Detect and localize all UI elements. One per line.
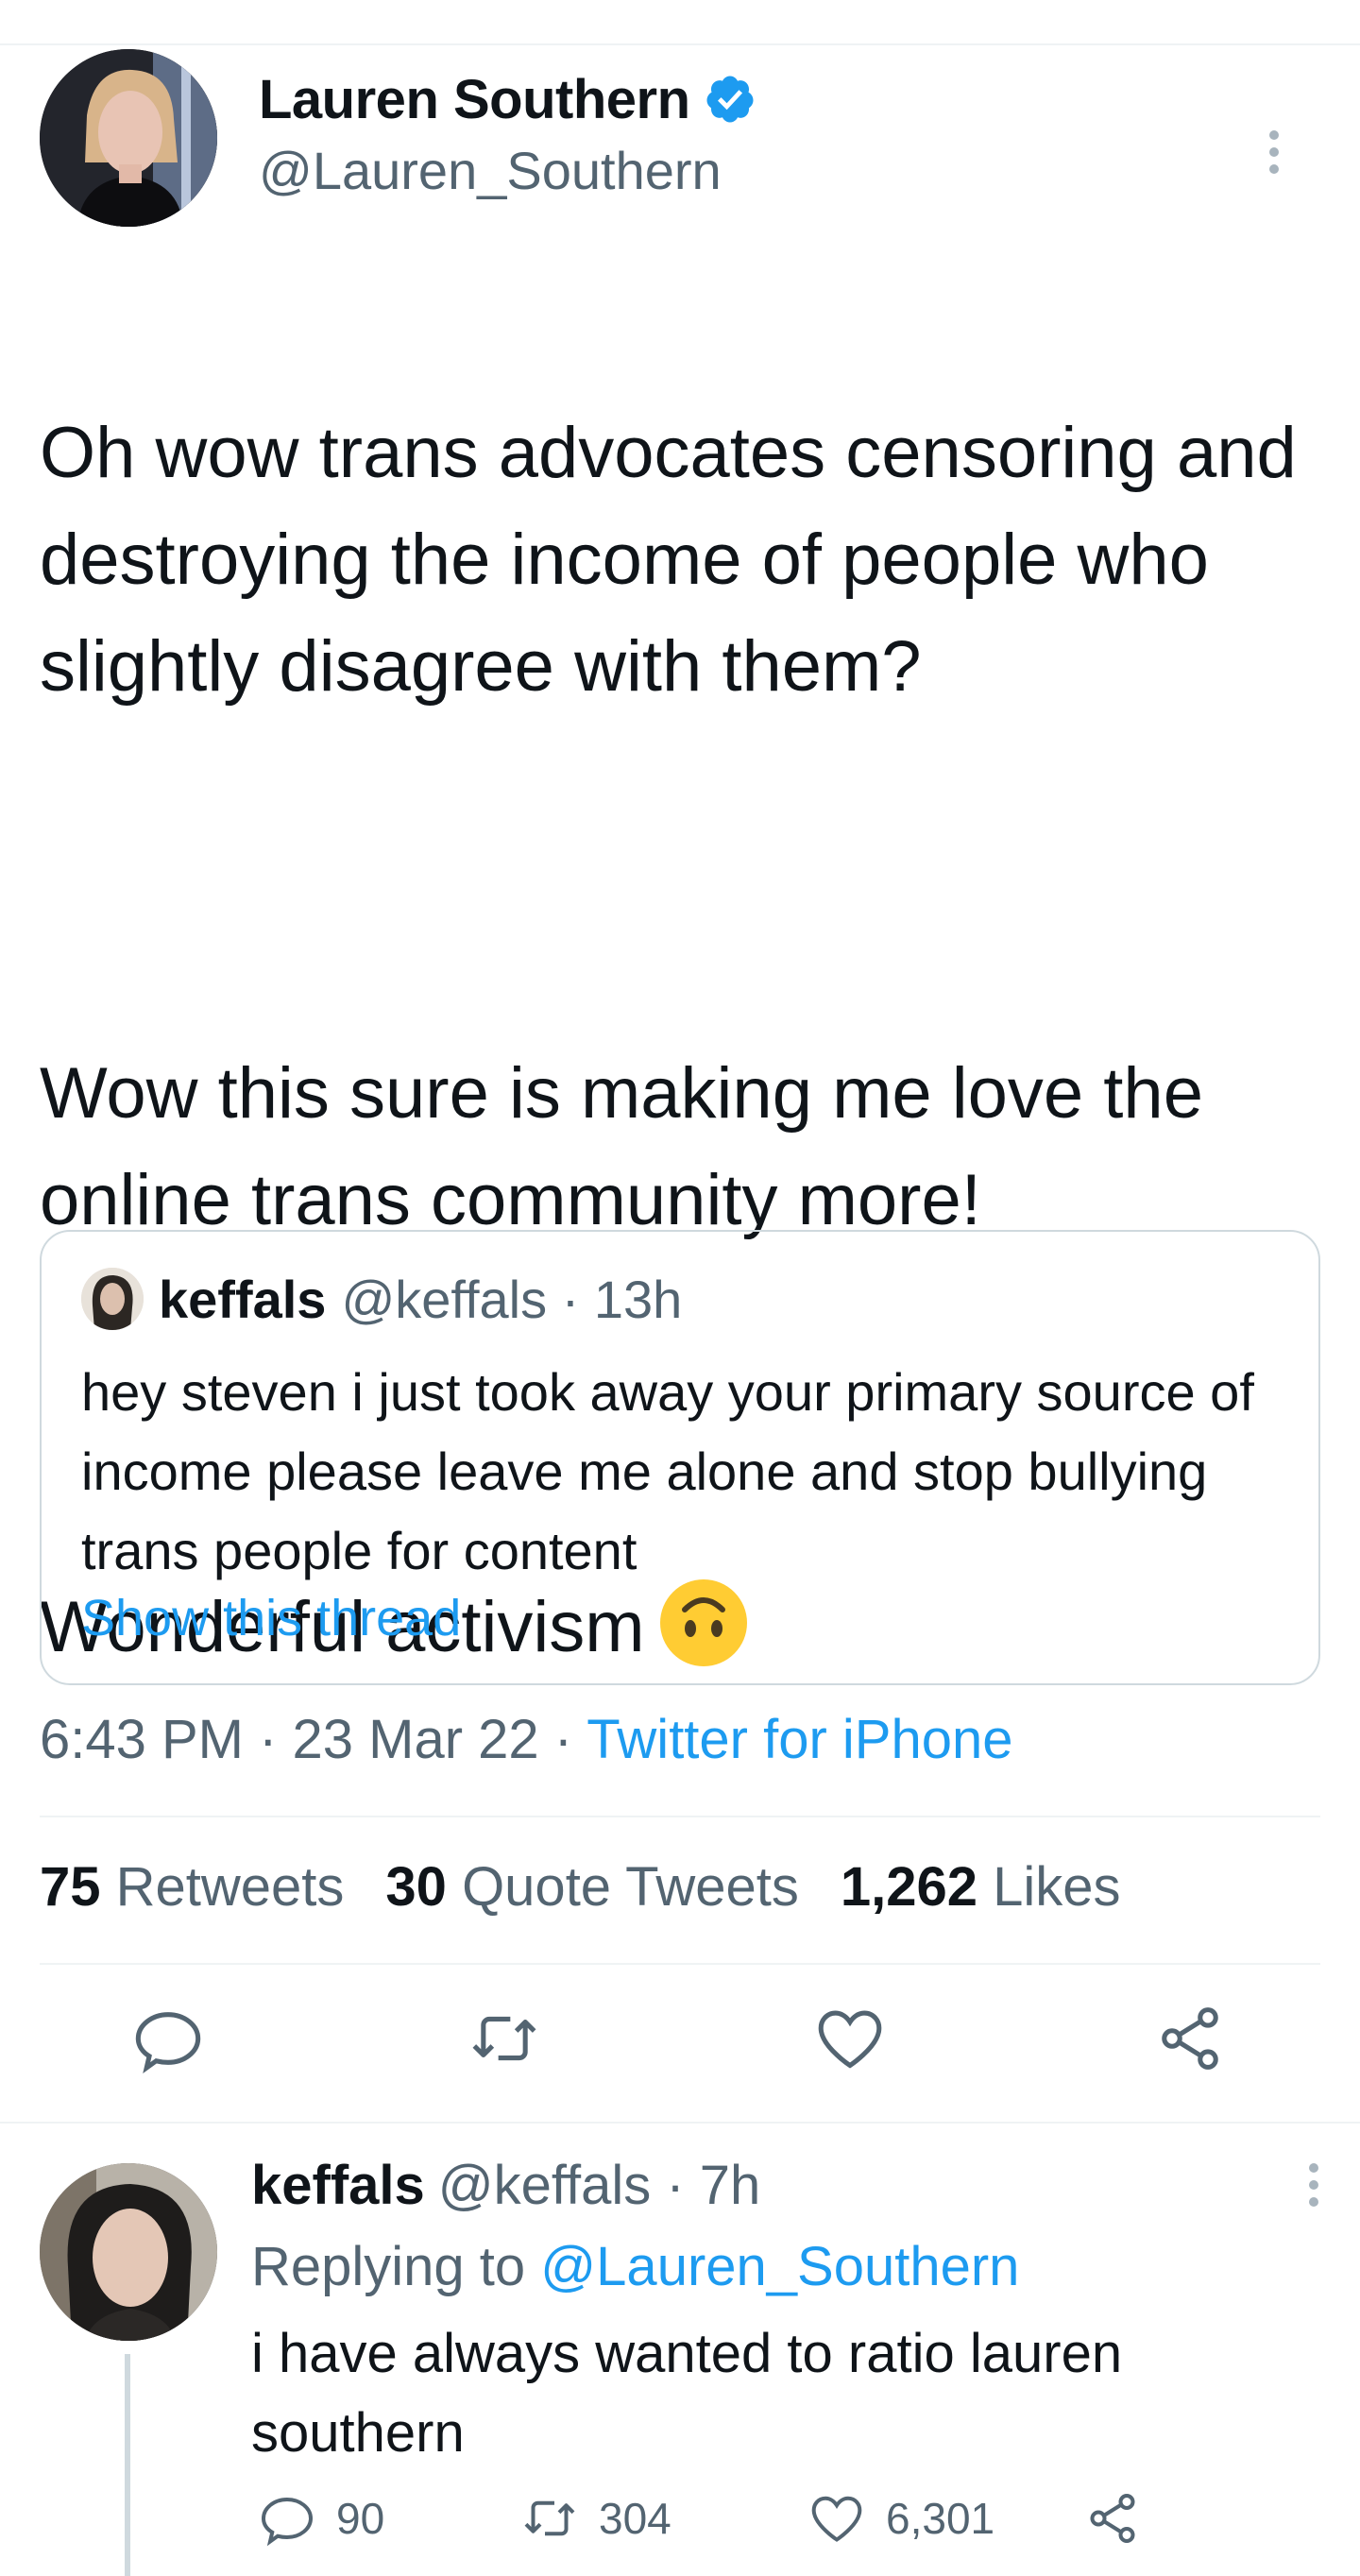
retweet-count: 304 <box>599 2494 672 2543</box>
reply-count: 90 <box>336 2494 385 2543</box>
divider <box>40 1816 1320 1817</box>
quoted-tweet-text: hey steven i just took away your primary… <box>81 1362 1254 1580</box>
retweet-icon[interactable] <box>468 2003 540 2074</box>
verified-badge-icon <box>706 76 754 123</box>
share-icon[interactable] <box>1154 2003 1226 2074</box>
quoted-author-meta: @keffals · 13h <box>341 1269 683 1329</box>
author-name[interactable]: Lauren Southern <box>259 68 690 131</box>
reply-text: i have always wanted to ratio lauren sou… <box>251 2323 1123 2464</box>
retweets-stat[interactable]: 75 Retweets <box>40 1855 344 1919</box>
tweet-timestamp: 6:43 PM · 23 Mar 22 · Twitter for iPhone <box>40 1708 1013 1771</box>
author-block: Lauren Southern @Lauren_Southern <box>259 66 756 201</box>
tweet-paragraph: Oh wow trans advocates censoring and des… <box>40 413 1297 707</box>
timestamp-text[interactable]: 6:43 PM · 23 Mar 22 · <box>40 1709 586 1770</box>
top-border <box>0 0 1360 45</box>
reply-author-meta: @keffals · 7h <box>437 2155 761 2216</box>
quoted-tweet-header: keffals @keffals · 13h <box>81 1268 682 1330</box>
reply-like-button[interactable]: 6,301 <box>808 2490 994 2547</box>
tweet-actions <box>0 2003 1360 2088</box>
like-icon[interactable] <box>814 2003 886 2074</box>
reply-icon[interactable] <box>132 2003 204 2074</box>
show-thread-link[interactable]: Show this thread <box>81 1589 461 1647</box>
tweet-source-link[interactable]: Twitter for iPhone <box>586 1709 1012 1770</box>
reply-retweet-button[interactable]: 304 <box>521 2490 672 2547</box>
author-handle[interactable]: @Lauren_Southern <box>259 140 756 201</box>
reply-more-options-icon[interactable] <box>1307 2163 1320 2207</box>
thread-line <box>125 2354 130 2576</box>
tweet-paragraph: Wow this sure is making me love the onli… <box>40 1053 1203 1240</box>
replying-to-label: Replying to <box>251 2236 541 2297</box>
reply-share-button[interactable] <box>1084 2490 1162 2547</box>
like-icon <box>811 2496 862 2542</box>
likes-stat[interactable]: 1,262 Likes <box>841 1855 1121 1919</box>
divider <box>40 1963 1320 1965</box>
reply-header: keffals @keffals · 7h <box>251 2154 760 2217</box>
reply-icon <box>261 2497 314 2547</box>
retweet-icon <box>524 2500 575 2536</box>
replying-to: Replying to @Lauren_Southern <box>251 2235 1019 2298</box>
quoted-author-name[interactable]: keffals <box>159 1269 326 1330</box>
reply-reply-button[interactable]: 90 <box>259 2490 384 2547</box>
like-count: 6,301 <box>886 2494 995 2543</box>
reply-author-avatar[interactable] <box>40 2163 217 2341</box>
author-avatar[interactable] <box>40 49 217 227</box>
section-divider <box>0 2122 1360 2124</box>
share-icon <box>1090 2494 1135 2543</box>
more-options-icon[interactable] <box>1267 130 1281 174</box>
engagement-stats: 75 Retweets 30 Quote Tweets 1,262 Likes <box>40 1855 1163 1919</box>
replying-to-handle[interactable]: @Lauren_Southern <box>540 2236 1019 2297</box>
quoted-author-avatar <box>81 1268 144 1330</box>
quoted-tweet-card[interactable]: keffals @keffals · 13h hey steven i just… <box>40 1230 1320 1685</box>
quote-tweets-stat[interactable]: 30 Quote Tweets <box>385 1855 798 1919</box>
reply-author-name[interactable]: keffals <box>251 2155 425 2216</box>
